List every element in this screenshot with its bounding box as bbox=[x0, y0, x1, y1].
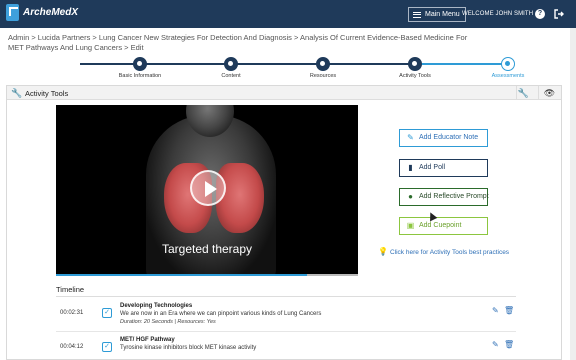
step-label: Basic Information bbox=[118, 73, 162, 79]
edit-pencil-icon[interactable]: ✎ bbox=[492, 340, 499, 349]
app-logo[interactable]: ArcheMedX bbox=[6, 4, 78, 21]
main-menu-button[interactable]: Main Menu bbox=[408, 7, 466, 22]
trash-icon[interactable]: 🗑 bbox=[504, 306, 514, 315]
video-progress-fill bbox=[56, 274, 307, 276]
video-progress-bar[interactable] bbox=[56, 274, 358, 276]
alert-circle-icon: ● bbox=[408, 192, 413, 201]
logo-text: ArcheMedX bbox=[23, 7, 79, 18]
checkmark-edit-icon: ✎ bbox=[407, 133, 414, 142]
entry-time: 00:04:12 bbox=[60, 344, 84, 350]
tools-toggle-button[interactable]: 🔧 bbox=[516, 86, 530, 100]
entry-title: MET/ HGF Pathway bbox=[120, 337, 175, 343]
hamburger-icon bbox=[413, 11, 421, 18]
timeline-entry[interactable]: 00:02:31 ✓ Developing Technologies We ar… bbox=[56, 298, 516, 332]
entry-description: We are now in an Era where we can pinpoi… bbox=[120, 311, 322, 317]
film-icon: ▣ bbox=[406, 221, 415, 230]
bar-chart-icon: ▮ bbox=[408, 163, 413, 172]
logout-icon[interactable] bbox=[554, 9, 564, 19]
stepper-line-active bbox=[415, 63, 508, 65]
wrench-icon: 🔧 bbox=[11, 88, 23, 98]
button-label: Add Educator Note bbox=[419, 134, 479, 141]
preview-eye-icon[interactable]: 👁 bbox=[538, 86, 560, 100]
entry-meta: Duration: 20 Seconds | Resources: Yes bbox=[120, 319, 216, 325]
step-label: Resources bbox=[309, 73, 337, 79]
educator-note-icon: ✓ bbox=[102, 342, 112, 352]
add-poll-button[interactable]: ▮ Add Poll bbox=[399, 159, 488, 177]
help-icon[interactable]: ? bbox=[535, 9, 545, 19]
timeline-entry[interactable]: 00:04:12 ✓ MET/ HGF Pathway Tyrosine kin… bbox=[56, 332, 516, 360]
step-activity-tools[interactable] bbox=[408, 57, 422, 71]
main-menu-label: Main Menu bbox=[425, 11, 460, 18]
step-label-active: Assessments bbox=[491, 73, 525, 79]
page-scrollbar[interactable] bbox=[570, 28, 576, 360]
educator-note-icon: ✓ bbox=[102, 308, 112, 318]
entry-time: 00:02:31 bbox=[60, 310, 84, 316]
best-practices-link-text: Click here for Activity Tools best pract… bbox=[389, 249, 510, 256]
video-caption: Targeted therapy bbox=[161, 242, 253, 256]
trash-icon[interactable]: 🗑 bbox=[504, 340, 514, 349]
add-cuepoint-button[interactable]: ▣ Add Cuepoint bbox=[399, 217, 488, 235]
panel-header: 🔧 Activity Tools 🔧 👁 bbox=[7, 86, 561, 100]
button-label: Add Reflective Prompt bbox=[419, 193, 489, 200]
edit-pencil-icon[interactable]: ✎ bbox=[492, 306, 499, 315]
play-icon[interactable] bbox=[190, 170, 226, 206]
top-nav-bar: ArcheMedX Main Menu WELCOME JOHN SMITH ? bbox=[0, 0, 576, 28]
video-player[interactable]: Targeted therapy bbox=[56, 105, 358, 276]
add-reflective-prompt-button[interactable]: ● Add Reflective Prompt bbox=[399, 188, 489, 206]
step-assessments[interactable] bbox=[501, 57, 515, 71]
step-label: Content bbox=[221, 73, 241, 79]
entry-title: Developing Technologies bbox=[120, 303, 193, 309]
step-content[interactable] bbox=[224, 57, 238, 71]
step-basic-information[interactable] bbox=[133, 57, 147, 71]
timeline-title: Timeline bbox=[56, 285, 85, 294]
video-frame-lung-right bbox=[216, 163, 264, 233]
panel-title: Activity Tools bbox=[25, 89, 69, 98]
best-practices-link[interactable]: 💡 Click here for Activity Tools best prac… bbox=[378, 247, 509, 256]
add-educator-note-button[interactable]: ✎ Add Educator Note bbox=[399, 129, 488, 147]
progress-stepper: Basic Information Content Resources Acti… bbox=[0, 57, 576, 81]
button-label: Add Cuepoint bbox=[419, 222, 462, 229]
button-label: Add Poll bbox=[419, 164, 446, 171]
timeline-divider bbox=[56, 296, 516, 297]
entry-description: Tyrosine kinase inhibitors block MET kin… bbox=[120, 345, 257, 351]
welcome-user-text: WELCOME JOHN SMITH bbox=[462, 11, 534, 17]
step-resources[interactable] bbox=[316, 57, 330, 71]
logo-mark-icon bbox=[6, 4, 19, 21]
step-label: Activity Tools bbox=[399, 73, 431, 79]
breadcrumb[interactable]: Admin > Lucida Partners > Lung Cancer Ne… bbox=[8, 33, 478, 53]
lightbulb-icon: 💡 bbox=[378, 247, 388, 256]
